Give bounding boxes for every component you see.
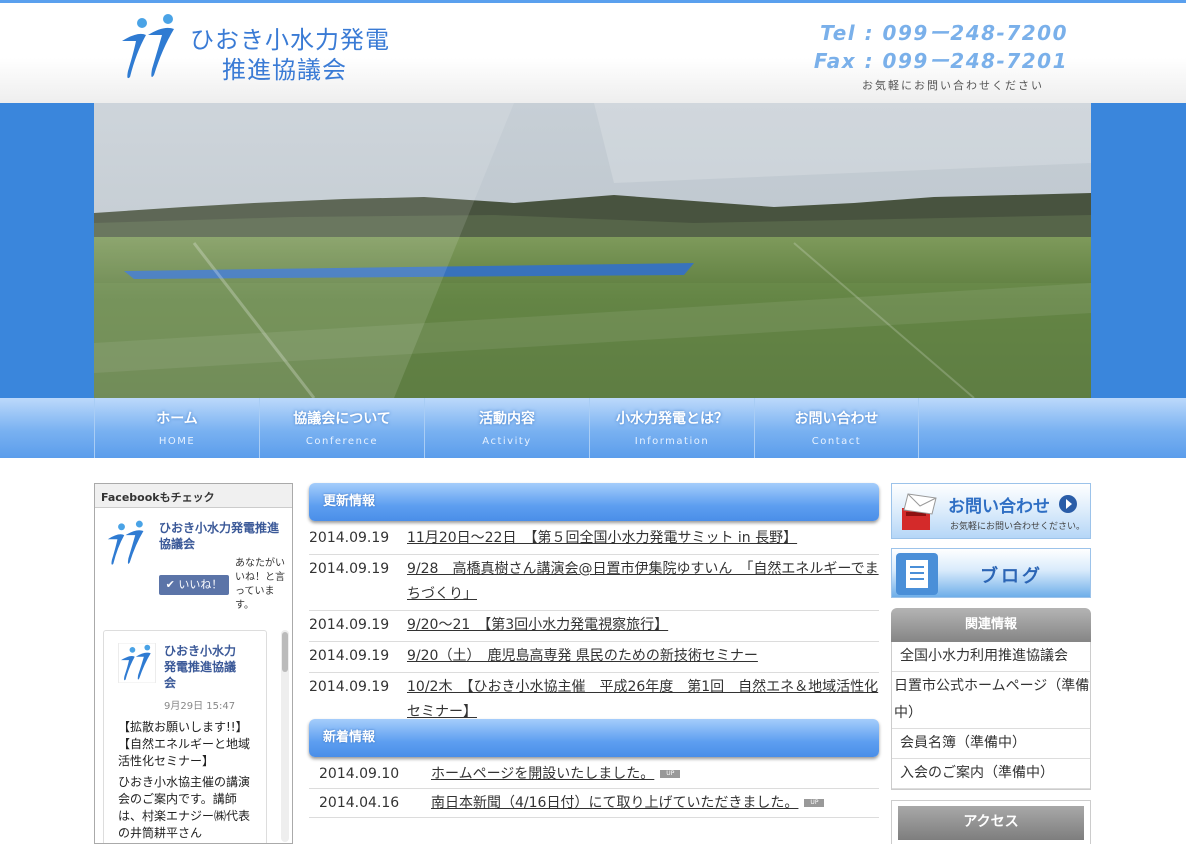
mailbox-icon (902, 493, 937, 530)
facebook-widget: Facebookもチェック ひおき小水力発電推進協議会 ✔ いいね！ あなたがい… (94, 483, 293, 844)
nav-activity[interactable]: 活動内容 Activity (424, 398, 589, 458)
list-item: 2014.09.10 ホームページを開設いたしました。 UP (309, 760, 879, 789)
new-info-link[interactable]: ホームページを開設いたしました。 UP (431, 760, 681, 788)
new-info-section-header: 新着情報 (309, 719, 879, 757)
related-info-header: 関連情報 (891, 608, 1091, 642)
main-nav: ホーム HOME 協議会について Conference 活動内容 Activit… (94, 398, 919, 458)
new-info-link[interactable]: 南日本新聞（4/16日付）にて取り上げていただきました。 UP (431, 789, 825, 817)
related-link[interactable]: 入会のご案内（準備中） (892, 759, 1090, 789)
news-link[interactable]: 9/20（土） 鹿児島高専発 県民のための新技術セミナー (407, 644, 879, 669)
contact-note: お気軽にお問い合わせください (862, 79, 1044, 92)
logo-title[interactable]: ひおき小水力発電 推進協議会 (190, 25, 390, 85)
facebook-post-body: 【拡散お願いします!!】【自然エネルギーと地域活性化セミナー】 ひおき小水協主催… (118, 719, 258, 843)
hero-image (94, 103, 1091, 398)
facebook-page-logo-icon[interactable] (105, 520, 149, 568)
blog-banner-title: ブログ (980, 566, 1043, 587)
related-link[interactable]: 全国小水力利用推進協議会 (892, 642, 1090, 672)
contact-banner-button[interactable]: お問い合わせ お気軽にお問い合わせください。 (891, 483, 1091, 539)
nav-activity-label: 活動内容 (479, 411, 535, 427)
news-link[interactable]: 10/2木 【ひおき小水協主催 平成26年度 第1回 自然エネ＆地域活性化セミナ… (407, 675, 879, 725)
facebook-widget-header: Facebookもチェック (95, 484, 292, 508)
phone-block: Tel : 099ー248-7200 Fax : 099ー248-7201 (814, 19, 1068, 75)
news-date: 2014.09.19 (309, 648, 390, 664)
document-icon (896, 553, 938, 595)
logo-icon[interactable] (118, 13, 182, 83)
facebook-post-avatar-icon[interactable] (118, 643, 156, 683)
facebook-post-paragraph: 【拡散お願いします!!】【自然エネルギーと地域活性化セミナー】 (118, 720, 251, 768)
news-date: 2014.09.19 (309, 530, 390, 546)
nav-information-sub: Information (634, 436, 710, 447)
related-links: 全国小水力利用推進協議会 日置市公式ホームページ（準備中） 会員名簿（準備中） … (891, 642, 1091, 790)
nav-home-label: ホーム (156, 411, 198, 427)
related-link[interactable]: 日置市公式ホームページ（準備中） (892, 672, 1090, 729)
nav-home-sub: HOME (158, 436, 196, 447)
logo-line-1: ひおき小水力発電 (190, 26, 390, 54)
list-item: 2014.09.19 11月20日～22日 【第５回全国小水力発電サミット in… (309, 524, 879, 555)
facebook-post-scrollbar[interactable] (281, 630, 289, 842)
list-item: 2014.09.19 9/20～21 【第3回小水力発電視察旅行】 (309, 611, 879, 642)
news-link[interactable]: 9/28 高橋真樹さん講演会@日置市伊集院ゆすいん 「自然エネルギーでまちづくり… (407, 557, 879, 607)
nav-conference[interactable]: 協議会について Conference (259, 398, 424, 458)
news-link[interactable]: 9/20～21 【第3回小水力発電視察旅行】 (407, 613, 879, 638)
logo-line-2: 推進協議会 (222, 56, 347, 84)
contact-banner-subtitle: お気軽にお問い合わせください。 (950, 522, 1086, 532)
hero-landscape-illustration (94, 103, 1091, 398)
related-link[interactable]: 会員名簿（準備中） (892, 729, 1090, 759)
facebook-post: ひおき小水力発電推進協議会 9月29日 15:47 【拡散お願いします!!】【自… (103, 630, 267, 843)
news-date: 2014.09.19 (309, 561, 390, 577)
nav-contact-label: お問い合わせ (794, 411, 879, 427)
facebook-like-status: あなたがいいね！と言っています。 (235, 558, 285, 611)
new-info-date: 2014.09.10 (319, 766, 400, 782)
fax-number: Fax : 099ー248-7201 (813, 49, 1068, 73)
blog-banner-button[interactable]: ブログ (891, 548, 1091, 598)
nav-home[interactable]: ホーム HOME (94, 398, 259, 458)
scrollbar-thumb[interactable] (282, 632, 288, 672)
nav-conference-label: 協議会について (293, 411, 391, 427)
new-info-date: 2014.04.16 (319, 795, 400, 811)
facebook-post-date[interactable]: 9月29日 15:47 (164, 697, 235, 712)
new-info-title[interactable]: ホームページを開設いたしました。 (431, 766, 654, 782)
up-badge-icon: UP (804, 799, 825, 807)
nav-information-label: 小水力発電とは？ (616, 411, 728, 427)
facebook-page-name[interactable]: ひおき小水力発電推進協議会 (159, 520, 287, 552)
nav-contact-sub: Contact (811, 436, 862, 447)
contact-banner-title: お問い合わせ (948, 497, 1050, 517)
up-badge-icon: UP (660, 770, 681, 778)
site-header: ひおき小水力発電 推進協議会 Tel : 099ー248-7200 Fax : … (0, 3, 1186, 103)
list-item: 2014.04.16 南日本新聞（4/16日付）にて取り上げていただきました。 U… (309, 789, 879, 818)
news-date: 2014.09.19 (309, 679, 390, 695)
nav-conference-sub: Conference (305, 436, 379, 447)
facebook-like-button[interactable]: ✔ いいね！ (159, 575, 229, 595)
facebook-post-paragraph: ひおき小水協主催の講演会のご案内です。講師は、村楽エナジー㈱代表の井筒耕平さん (118, 775, 251, 840)
nav-information[interactable]: 小水力発電とは？ Information (589, 398, 754, 458)
updates-list: 2014.09.19 11月20日～22日 【第５回全国小水力発電サミット in… (309, 524, 879, 729)
news-date: 2014.09.19 (309, 617, 390, 633)
new-info-title[interactable]: 南日本新聞（4/16日付）にて取り上げていただきました。 (431, 795, 798, 811)
facebook-post-author[interactable]: ひおき小水力発電推進協議会 (164, 643, 244, 691)
new-info-list: 2014.09.10 ホームページを開設いたしました。 UP 2014.04.16… (309, 760, 879, 818)
news-link[interactable]: 11月20日～22日 【第５回全国小水力発電サミット in 長野】 (407, 526, 879, 551)
list-item: 2014.09.19 9/20（土） 鹿児島高専発 県民のための新技術セミナー (309, 642, 879, 673)
access-header: アクセス (898, 806, 1084, 840)
updates-section-header: 更新情報 (309, 483, 879, 521)
arrow-right-circle-icon (1059, 495, 1077, 513)
tel-number: Tel : 099ー248-7200 (820, 21, 1068, 45)
list-item: 2014.09.19 9/28 高橋真樹さん講演会@日置市伊集院ゆすいん 「自然… (309, 555, 879, 611)
nav-contact[interactable]: お問い合わせ Contact (754, 398, 919, 458)
nav-activity-sub: Activity (482, 436, 532, 447)
